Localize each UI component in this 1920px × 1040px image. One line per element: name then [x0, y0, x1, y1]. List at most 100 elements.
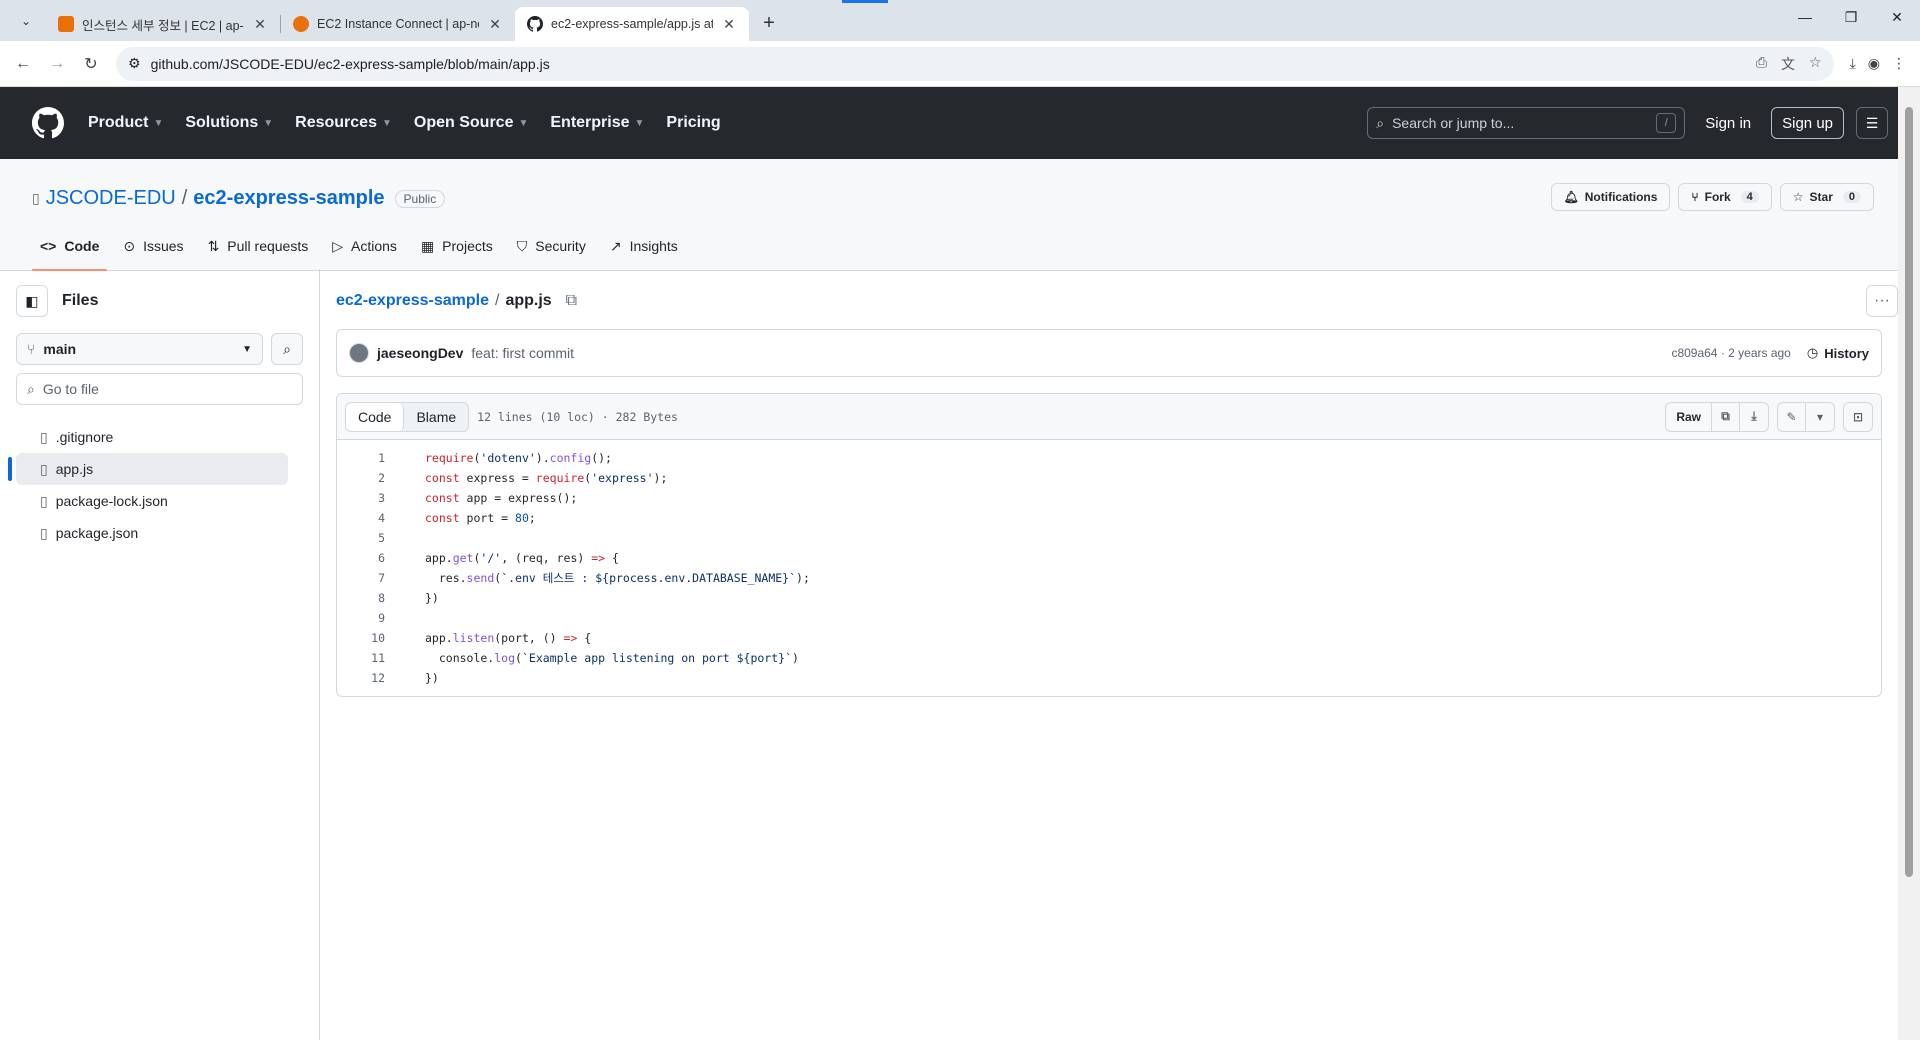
tab-pull-requests[interactable]: ⇅ Pull requests [200, 222, 317, 270]
github-logo-icon[interactable] [32, 107, 64, 139]
go-to-file-input[interactable]: ⌕ Go to file [16, 373, 303, 405]
avatar[interactable] [349, 343, 369, 363]
close-icon[interactable]: ✕ [487, 16, 503, 33]
close-icon[interactable]: ✕ [252, 16, 268, 33]
scrollbar-thumb[interactable] [1905, 107, 1913, 877]
history-button[interactable]: ◷ History [1807, 345, 1869, 361]
line-number[interactable]: 9 [337, 608, 395, 628]
sliders-icon[interactable]: ☰ [1856, 107, 1888, 139]
aws-cube-icon [293, 16, 309, 32]
tree-item-package-json[interactable]: ▯ package.json [16, 517, 288, 549]
page-scrollbar[interactable] [1898, 87, 1920, 1040]
file-icon: ▯ [40, 460, 48, 477]
line-number[interactable]: 6 [337, 548, 395, 568]
line-source: console.log(`Example app listening on po… [425, 651, 799, 665]
tree-item-gitignore[interactable]: ▯ .gitignore [16, 421, 288, 453]
commit-message[interactable]: feat: first commit [471, 345, 574, 361]
nav-resources[interactable]: Resources ▼ [295, 114, 392, 132]
issue-icon: ⊙ [123, 237, 136, 254]
triangle-down-icon[interactable]: ▾ [1806, 403, 1834, 431]
nav-solutions[interactable]: Solutions ▼ [185, 114, 273, 132]
profile-icon[interactable]: ◉ [1868, 55, 1880, 72]
sign-up-button[interactable]: Sign up [1771, 107, 1844, 139]
file-name: package-lock.json [55, 493, 168, 509]
browser-tab-2[interactable]: EC2 Instance Connect | ap-northeast-2 ✕ [281, 7, 515, 41]
tab-insights[interactable]: ↗ Insights [602, 222, 686, 270]
download-icon[interactable]: ⤓ [1740, 403, 1768, 431]
file-name: .gitignore [55, 429, 114, 445]
browser-tab-3[interactable]: ec2-express-sample/app.js at main ✕ [515, 7, 749, 41]
search-input[interactable]: ⌕ Search or jump to... / [1367, 107, 1686, 139]
back-icon[interactable]: ← [8, 49, 38, 79]
nav-pricing[interactable]: Pricing [666, 114, 720, 132]
go-to-file-placeholder: Go to file [42, 381, 99, 397]
line-number[interactable]: 11 [337, 648, 395, 668]
forward-icon[interactable]: → [42, 49, 72, 79]
url-field[interactable]: ⚙ github.com/JSCODE-EDU/ec2-express-samp… [116, 46, 1834, 81]
nav-product[interactable]: Product ▼ [88, 114, 163, 132]
tab-actions[interactable]: ▷ Actions [324, 222, 405, 270]
bookmark-star-icon[interactable]: ☆ [1809, 54, 1822, 74]
more-options-icon[interactable]: ··· [1866, 285, 1898, 317]
line-number[interactable]: 1 [337, 448, 395, 468]
symbols-panel-button[interactable]: ⊡ [1843, 401, 1873, 432]
sign-in-link[interactable]: Sign in [1697, 115, 1759, 132]
tab-code[interactable]: <> Code [32, 222, 108, 271]
reload-icon[interactable]: ↻ [76, 49, 106, 79]
browser-menu-icon[interactable]: ⋮ [1892, 55, 1906, 72]
chevron-down-icon: ⌄ [20, 14, 32, 28]
new-tab-button[interactable]: + [755, 9, 783, 37]
tab-security[interactable]: ⛉ Security [509, 222, 594, 270]
fork-button[interactable]: ⑂ Fork 4 [1678, 183, 1772, 211]
restore-icon[interactable]: ❐ [1828, 0, 1874, 34]
browser-tab-1[interactable]: 인스턴스 세부 정보 | EC2 | ap-northeast-2 ✕ [46, 7, 280, 41]
line-number[interactable]: 10 [337, 628, 395, 648]
nav-open-source[interactable]: Open Source ▼ [414, 114, 528, 132]
search-files-button[interactable]: ⌕ [271, 333, 303, 365]
branch-selector[interactable]: ⑂ main ▼ [16, 333, 263, 365]
minimize-icon[interactable]: — [1782, 0, 1828, 34]
collapse-sidebar-icon[interactable]: ◧ [16, 285, 48, 317]
star-button[interactable]: ☆ Star 0 [1779, 183, 1874, 211]
raw-button[interactable]: Raw [1666, 402, 1712, 431]
history-icon: ◷ [1806, 345, 1819, 360]
copy-path-icon[interactable]: ⧉ [566, 292, 577, 310]
pencil-icon[interactable]: ✎ [1778, 402, 1806, 431]
close-icon[interactable]: ✕ [721, 16, 737, 33]
line-number[interactable]: 4 [337, 508, 395, 528]
tab-projects[interactable]: ▦ Projects [413, 222, 501, 270]
copy-icon[interactable]: ⧉ [1712, 402, 1740, 431]
tree-item-package-lock-json[interactable]: ▯ package-lock.json [16, 485, 288, 517]
file-info: 12 lines (10 loc) · 282 Bytes [477, 409, 678, 424]
line-number[interactable]: 7 [337, 568, 395, 588]
line-number[interactable]: 3 [337, 488, 395, 508]
download-icon[interactable]: ⤓ [1850, 55, 1856, 72]
notifications-button[interactable]: 🔔︎ Notifications [1550, 183, 1671, 211]
tree-item-app-js[interactable]: ▯ app.js [8, 453, 288, 485]
commit-author[interactable]: jaeseongDev [377, 345, 463, 361]
code-line: 2 const express = require('express'); [337, 468, 1881, 488]
file-name: app.js [55, 461, 94, 477]
line-number[interactable]: 2 [337, 468, 395, 488]
close-window-icon[interactable]: ✕ [1874, 0, 1920, 34]
files-header: ◧ Files [16, 285, 303, 317]
pull-request-icon: ⇅ [207, 237, 220, 254]
translate-icon[interactable]: 文 [1781, 54, 1795, 74]
blame-view-button[interactable]: Blame [404, 403, 468, 431]
line-number[interactable]: 8 [337, 588, 395, 608]
commit-hash-age[interactable]: c809a64 · 2 years ago [1671, 346, 1790, 360]
nav-label: Product [88, 114, 149, 131]
tab-issues[interactable]: ⊙ Issues [115, 222, 191, 270]
nav-enterprise[interactable]: Enterprise ▼ [550, 114, 644, 132]
install-app-icon[interactable]: ⎙ [1756, 54, 1767, 74]
line-number[interactable]: 5 [337, 528, 395, 548]
code-view-button[interactable]: Code [346, 402, 405, 431]
repo-owner-link[interactable]: JSCODE-EDU [46, 187, 176, 210]
line-number[interactable]: 12 [337, 668, 395, 688]
tab-title: ec2-express-sample/app.js at main [551, 17, 713, 31]
repo-name-link[interactable]: ec2-express-sample [193, 187, 384, 210]
site-info-icon[interactable]: ⚙ [128, 55, 141, 72]
breadcrumb-separator: / [494, 292, 500, 309]
breadcrumb-repo-link[interactable]: ec2-express-sample [336, 292, 489, 310]
tab-search-button[interactable]: ⌄ [12, 7, 40, 35]
